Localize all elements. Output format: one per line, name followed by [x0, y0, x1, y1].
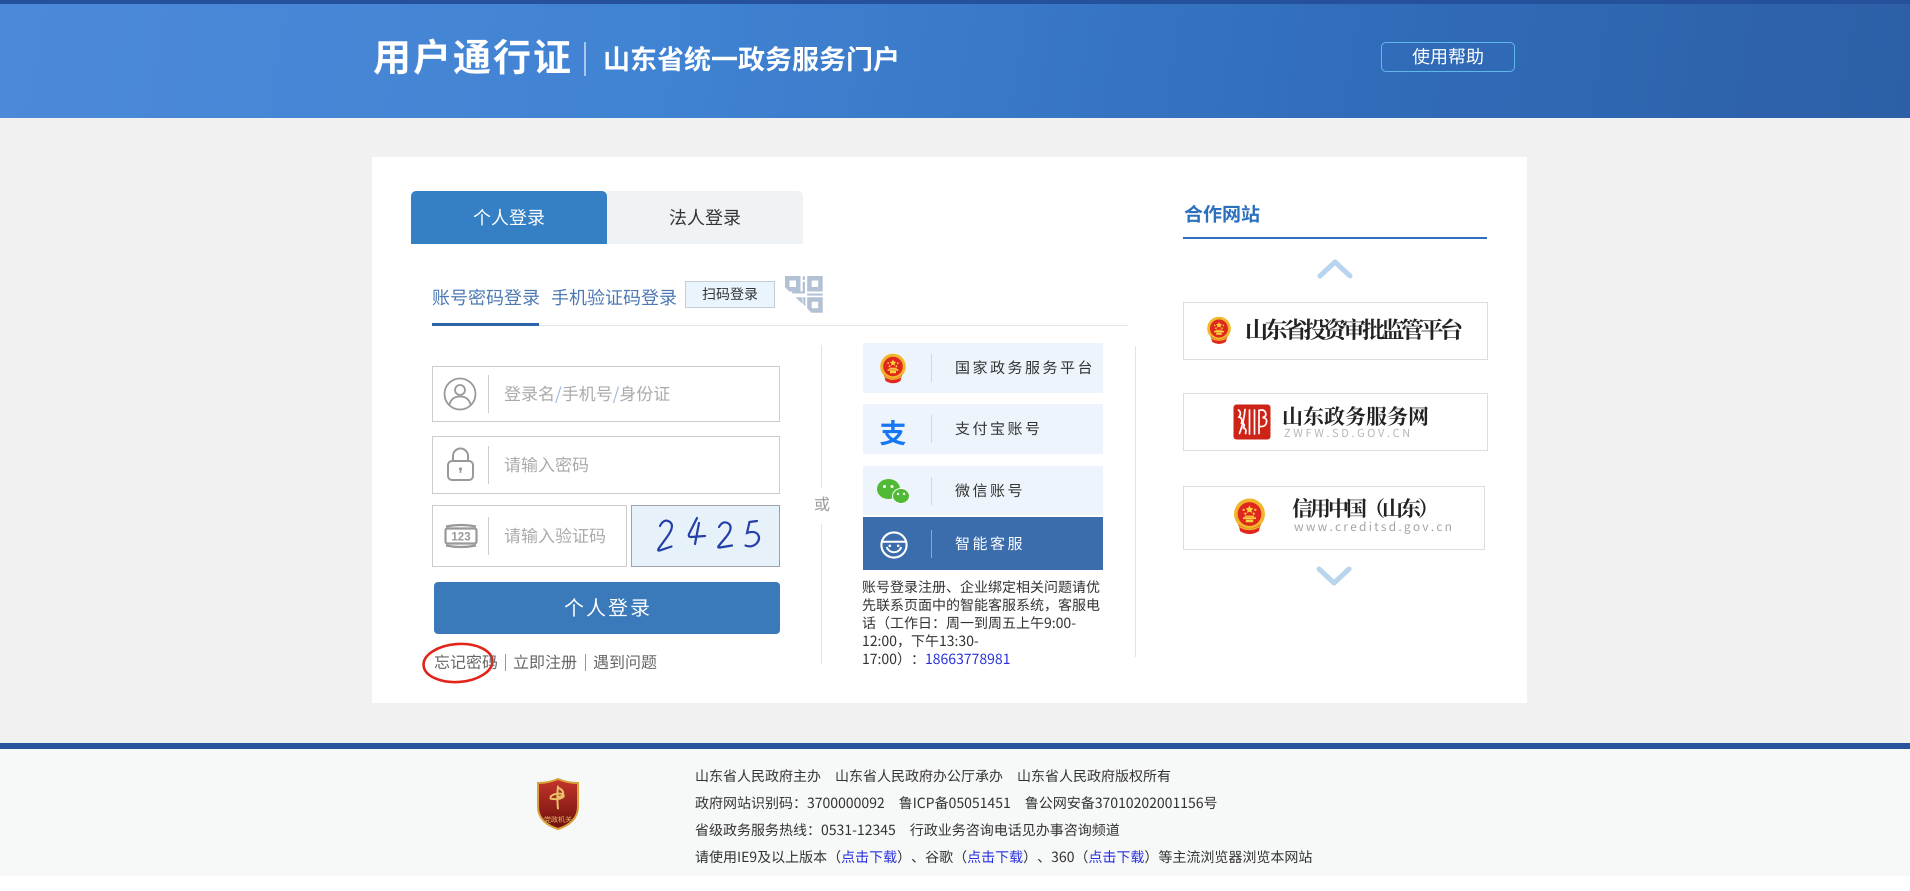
svg-text:123: 123 [451, 532, 470, 544]
